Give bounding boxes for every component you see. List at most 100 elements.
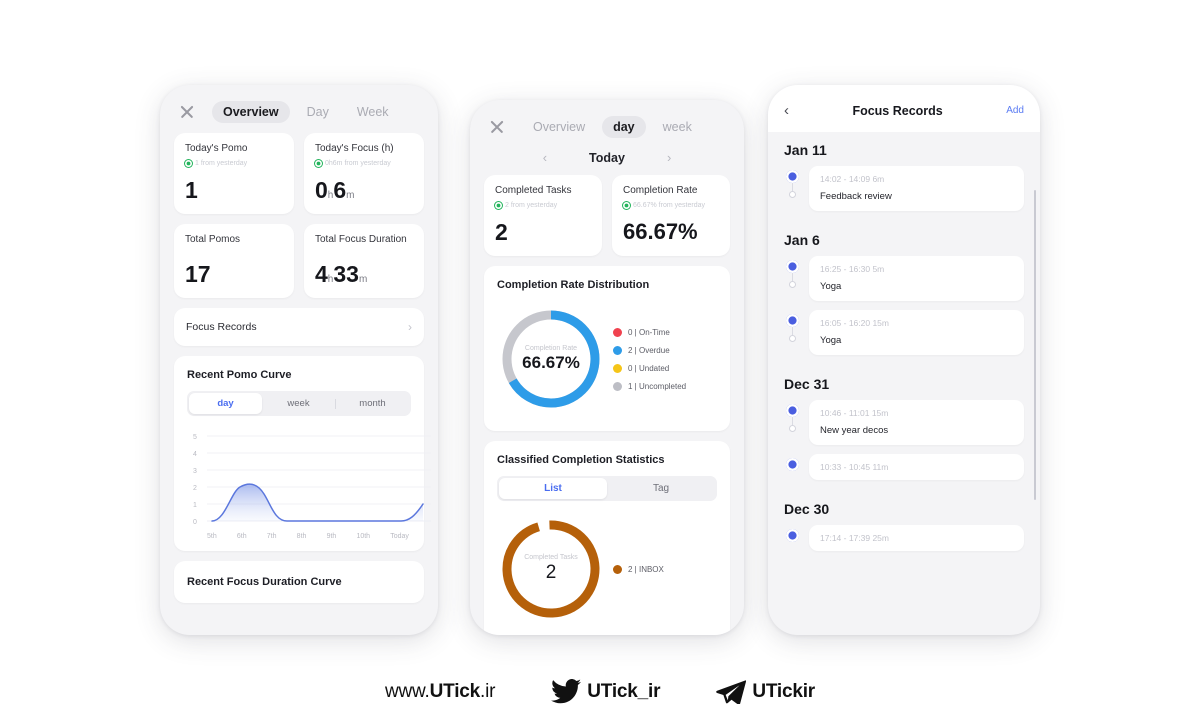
footer-twitter[interactable]: UTick_ir	[551, 679, 661, 704]
record-row[interactable]: 10:46 - 11:01 15m New year decos	[784, 400, 1024, 454]
focus-records-list[interactable]: Jan 11 14:02 - 14:09 6m Feedback review	[768, 132, 1040, 635]
stat-card-completion-rate[interactable]: Completion Rate 66.67% from yesterday 66…	[612, 175, 730, 256]
stat-value: 1	[185, 179, 283, 202]
legend-item-on-time[interactable]: 0 | On-Time	[613, 327, 686, 337]
twitter-handle: UTick_ir	[587, 681, 660, 703]
segment-day[interactable]: day	[189, 393, 262, 414]
record-row[interactable]: 17:14 - 17:39 25m	[784, 525, 1024, 560]
legend-swatch	[613, 363, 622, 373]
next-day-icon[interactable]: ›	[667, 150, 671, 165]
record-time: 14:02 - 14:09 6m	[820, 174, 885, 184]
stat-unit-m: m	[358, 274, 368, 285]
record-time: 10:33 - 10:45 11m	[820, 462, 889, 472]
legend-label: 2 | Overdue	[628, 345, 670, 355]
pomo-curve-area	[212, 484, 423, 521]
pomo-curve-segmented-control: day week month	[187, 391, 411, 416]
stat-title: Completion Rate	[623, 185, 698, 196]
segment-month[interactable]: month	[336, 393, 409, 414]
record-name: Yoga	[820, 281, 842, 292]
up-arrow-icon	[495, 202, 502, 209]
record-group-jan-11: Jan 11 14:02 - 14:09 6m Feedback review	[768, 132, 1040, 222]
legend-item-uncompleted[interactable]: 1 | Uncompleted	[613, 381, 686, 391]
tab-week[interactable]: week	[652, 116, 703, 138]
classified-donut: Completed Tasks 2	[497, 515, 605, 623]
tab-day[interactable]: day	[602, 116, 646, 138]
overview-stat-grid: Today's Pomo 1 from yesterday 1 Today's …	[160, 133, 438, 298]
footer-website[interactable]: www.UTick.ir	[385, 681, 495, 703]
add-button[interactable]: Add	[1006, 105, 1024, 116]
page-title: Focus Records	[852, 103, 943, 118]
up-arrow-icon	[185, 160, 192, 167]
footer-telegram[interactable]: UTickir	[716, 679, 815, 704]
record-card[interactable]: 14:02 - 14:09 6m Feedback review	[809, 166, 1024, 211]
record-row[interactable]: 10:33 - 10:45 11m	[784, 454, 1024, 489]
stat-card-todays-pomo[interactable]: Today's Pomo 1 from yesterday 1	[174, 133, 294, 214]
x-tick: 6th	[236, 533, 247, 540]
group-date-label: Jan 6	[784, 232, 820, 248]
record-node-icon	[785, 458, 799, 471]
segment-tag[interactable]: Tag	[607, 478, 715, 499]
legend-item-inbox[interactable]: 2 | INBOX	[613, 564, 664, 574]
record-node-icon	[785, 404, 799, 417]
record-name: New year decos	[820, 425, 889, 436]
record-card[interactable]: 16:25 - 16:30 5m Yoga	[809, 256, 1024, 301]
close-icon[interactable]	[488, 118, 506, 136]
record-card[interactable]: 10:46 - 11:01 15m New year decos	[809, 400, 1024, 445]
donut-caption: Completed Tasks	[524, 554, 578, 561]
completion-rate-donut: Completion Rate 66.67%	[497, 305, 605, 413]
current-date-label: Today	[589, 150, 625, 165]
x-tick: 7th	[266, 533, 277, 540]
focus-records-navbar: ‹ Focus Records Add	[768, 85, 1040, 132]
record-node-icon	[785, 529, 799, 542]
stat-delta-text: 2 from yesterday	[505, 202, 558, 209]
timeline-rail	[784, 310, 800, 342]
svg-text:4: 4	[193, 451, 197, 458]
rail-line	[791, 327, 793, 335]
record-time: 10:46 - 11:01 15m	[820, 408, 889, 418]
list-scrollbar[interactable]	[1033, 190, 1036, 500]
phone-focus-records: ‹ Focus Records Add Jan 11 14:02 - 14:09	[768, 85, 1040, 635]
stat-delta-text: 0h6m from yesterday	[325, 160, 391, 167]
legend-item-overdue[interactable]: 2 | Overdue	[613, 345, 686, 355]
tab-day[interactable]: Day	[296, 101, 340, 123]
record-row[interactable]: 14:02 - 14:09 6m Feedback review	[784, 166, 1024, 220]
record-row[interactable]: 16:05 - 16:20 15m Yoga	[784, 310, 1024, 364]
close-icon[interactable]	[178, 103, 196, 121]
group-date-label: Jan 11	[784, 142, 827, 158]
record-node-icon	[785, 314, 799, 327]
stat-card-completed-tasks[interactable]: Completed Tasks 2 from yesterday 2	[484, 175, 602, 256]
stat-card-todays-focus[interactable]: Today's Focus (h) 0h6m from yesterday 0h…	[304, 133, 424, 214]
record-card[interactable]: 16:05 - 16:20 15m Yoga	[809, 310, 1024, 355]
focus-records-row[interactable]: Focus Records ›	[174, 308, 424, 346]
recent-focus-duration-curve-panel[interactable]: Recent Focus Duration Curve	[174, 561, 424, 603]
group-date-label: Dec 30	[784, 501, 830, 517]
stat-unit-m: m	[346, 190, 355, 201]
segment-list[interactable]: List	[499, 478, 607, 499]
classified-segmented-control: List Tag	[497, 476, 717, 501]
x-tick: Today	[390, 533, 409, 540]
day-statistics-screen: Overview day week ‹ Today › Completed Ta…	[470, 100, 744, 635]
tab-week[interactable]: Week	[346, 101, 400, 123]
classified-legend: 2 | INBOX	[613, 564, 664, 574]
stat-card-total-focus-duration[interactable]: Total Focus Duration 4h33m	[304, 224, 424, 298]
segment-week[interactable]: week	[262, 393, 335, 414]
tab-overview[interactable]: Overview	[522, 116, 596, 138]
footer-branding: www.UTick.ir UTick_ir UTickir	[0, 679, 1200, 704]
record-row[interactable]: 16:25 - 16:30 5m Yoga	[784, 256, 1024, 310]
prev-day-icon[interactable]: ‹	[543, 150, 547, 165]
record-card[interactable]: 17:14 - 17:39 25m	[809, 525, 1024, 551]
stat-card-total-pomos[interactable]: Total Pomos 17	[174, 224, 294, 298]
chevron-left-icon[interactable]: ‹	[784, 103, 789, 118]
classified-completion-statistics-panel: Classified Completion Statistics List Ta…	[484, 441, 730, 635]
legend-item-undated[interactable]: 0 | Undated	[613, 363, 686, 373]
timeline-rail	[784, 166, 800, 198]
tab-overview[interactable]: Overview	[212, 101, 290, 123]
record-endpoint-icon	[788, 425, 796, 432]
stat-delta: 2 from yesterday	[495, 200, 591, 211]
stat-delta: 0h6m from yesterday	[315, 158, 413, 169]
record-endpoint-icon	[788, 335, 796, 342]
record-card[interactable]: 10:33 - 10:45 11m	[809, 454, 1024, 480]
telegram-handle-text: UTickir	[752, 680, 815, 702]
website-brand: UTick	[429, 680, 481, 702]
stat-value-hours: 4	[315, 261, 328, 287]
